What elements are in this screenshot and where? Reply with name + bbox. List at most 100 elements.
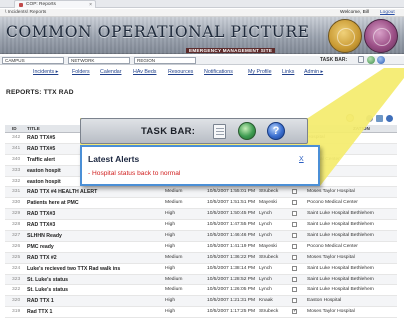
row-priority: High	[165, 233, 176, 239]
table-row[interactable]: 320 RAD TTX 1 High 10/5/2007 1:21:31 PM Knaa…	[5, 296, 397, 308]
table-row[interactable]: 325 RAD TTX #2 Medium 10/5/2007 1:36:22 PM S…	[5, 252, 397, 264]
row-location: Pocono Medical Center	[307, 243, 358, 249]
folder-icon[interactable]	[376, 115, 383, 122]
browser-tab[interactable]: COP: Reports ×	[14, 0, 96, 8]
row-checkbox[interactable]	[292, 308, 297, 315]
taskbar-zoom-label: TASK BAR:	[141, 126, 196, 137]
row-title[interactable]: St. Luke's status	[27, 277, 68, 283]
table-row[interactable]: 327 SLHHN Ready High 10/5/2007 1:46:46 PM Ly…	[5, 231, 397, 242]
row-date: 10/5/2007 1:36:22 PM	[207, 254, 256, 260]
row-checkbox[interactable]	[292, 276, 297, 282]
table-row[interactable]: 331 RAD TTX #4 HEALTH ALERT Medium 10/5/200…	[5, 187, 397, 199]
row-title[interactable]: RAD TTX#3	[27, 211, 55, 217]
breadcrumb: \ Incidents\ Reports	[5, 10, 47, 15]
row-checkbox[interactable]	[292, 222, 297, 228]
row-title[interactable]: Rad TTX 1	[27, 309, 52, 315]
row-checkbox[interactable]	[292, 287, 297, 293]
row-title[interactable]: Traffic alert	[27, 157, 55, 163]
row-title[interactable]: RAD TTX#5	[27, 146, 55, 152]
row-id: 325	[12, 254, 21, 260]
row-id: 333	[12, 167, 21, 173]
bell-icon[interactable]	[346, 114, 354, 122]
nav-incidents[interactable]: Incidents ▸	[33, 69, 58, 75]
globe-icon[interactable]	[367, 56, 375, 64]
row-priority: High	[165, 211, 176, 217]
row-location: Saint Luke Hospital Bethlehem	[307, 287, 374, 293]
row-title[interactable]: RAD TTX#5	[27, 135, 55, 141]
row-user: Lynch	[259, 265, 272, 271]
nav-admin[interactable]: Admin ▸	[304, 69, 323, 75]
row-priority: Medium	[165, 254, 183, 260]
row-id: 330	[12, 200, 21, 206]
row-checkbox[interactable]	[292, 211, 297, 217]
campus-field[interactable]: CAMPUS	[2, 57, 64, 64]
table-row[interactable]: 322 St. Luke's status Medium 10/5/2007 1:26…	[5, 285, 397, 297]
row-id: 332	[12, 178, 21, 184]
nav-links[interactable]: Links	[282, 69, 294, 75]
page-title: REPORTS: TTX RAD	[6, 89, 74, 96]
row-title[interactable]: SLHHN Ready	[27, 233, 62, 239]
row-date: 10/5/2007 1:55:01 PM	[207, 189, 256, 195]
row-location: Saint Luke Hospital Bethlehem	[307, 222, 374, 228]
table-row[interactable]: 330 Patients here at PMC Medium 10/5/2007 1…	[5, 198, 397, 210]
table-row[interactable]: 319 Rad TTX 1 High 10/5/2007 1:17:25 PM Stru…	[5, 307, 397, 319]
nav-hav-beds[interactable]: HAv Beds	[133, 69, 156, 75]
row-checkbox[interactable]	[292, 233, 297, 239]
nav-notifications[interactable]: Notifications	[204, 69, 233, 75]
close-alert-button[interactable]: X	[299, 156, 304, 163]
row-title[interactable]: RAD TTX 1	[27, 298, 54, 304]
col-title[interactable]: TITLE	[27, 126, 40, 131]
logout-link[interactable]: Logout	[380, 10, 395, 15]
tab-title: COP: Reports	[26, 2, 56, 7]
row-checkbox[interactable]	[292, 254, 297, 260]
globe-icon[interactable]	[238, 122, 256, 140]
row-date: 10/5/2007 1:28:52 PM	[207, 276, 256, 282]
row-title[interactable]: St. Luke's status	[27, 287, 68, 293]
table-row[interactable]: 324 Luke's recieved two TTX Rad walk ins H…	[5, 264, 397, 275]
col-organization[interactable]: ZATION	[353, 126, 370, 131]
nav-resources[interactable]: Resources	[168, 69, 193, 75]
row-title[interactable]: easton hospit	[27, 168, 61, 174]
table-row[interactable]: 329 RAD TTX#3 High 10/5/2007 1:50:45 PM Lync…	[5, 209, 397, 221]
info-icon[interactable]	[386, 115, 393, 122]
top-bar: \ Incidents\ Reports Welcome, Bill Logou…	[0, 9, 404, 17]
favicon-icon	[19, 2, 23, 7]
row-checkbox[interactable]	[292, 265, 297, 271]
row-title[interactable]: PMC ready	[27, 244, 54, 250]
row-location: Moses Taylor Hospital	[307, 189, 355, 195]
row-id: 326	[12, 243, 21, 249]
close-tab-icon[interactable]: ×	[89, 2, 92, 8]
row-id: 322	[12, 287, 21, 293]
latest-alerts-popup: Latest Alerts X - Hospital status back t…	[80, 145, 320, 186]
alert-message[interactable]: - Hospital status back to normal	[88, 170, 180, 177]
row-title[interactable]: Luke's recieved two TTX Rad walk ins	[27, 266, 120, 272]
row-title[interactable]: RAD TTX#3	[27, 222, 55, 228]
table-row[interactable]: 326 PMC ready High 10/5/2007 1:41:19 PM Maye…	[5, 242, 397, 253]
help-icon[interactable]: ?	[267, 122, 285, 140]
region-field[interactable]: REGION	[134, 57, 196, 64]
row-checkbox[interactable]	[292, 298, 297, 304]
nav-calendar[interactable]: Calendar	[100, 69, 122, 75]
table-row[interactable]: 323 St. Luke's status Medium 10/5/2007 1:28…	[5, 274, 397, 286]
welcome-text: Welcome, Bill	[340, 10, 369, 15]
help-icon[interactable]	[377, 56, 385, 64]
row-location: Easton Hospital	[307, 298, 342, 304]
row-date: 10/5/2007 1:50:45 PM	[207, 211, 256, 217]
row-checkbox[interactable]	[292, 189, 297, 195]
row-title[interactable]: Patients here at PMC	[27, 200, 79, 206]
row-title[interactable]: easton hospit	[27, 179, 61, 185]
network-field[interactable]: NETWORK	[68, 57, 130, 64]
document-icon[interactable]	[213, 124, 226, 139]
nav-my-profile[interactable]: My Profile	[248, 69, 272, 75]
nav-folders[interactable]: Folders	[72, 69, 90, 75]
row-checkbox[interactable]	[292, 243, 297, 249]
row-checkbox[interactable]	[292, 200, 297, 206]
table-row[interactable]: 328 RAD TTX#3 High 10/5/2007 1:47:55 PM Lync…	[5, 220, 397, 232]
col-id[interactable]: ID	[12, 126, 17, 131]
row-date: 10/5/2007 1:38:14 PM	[207, 265, 256, 271]
document-icon[interactable]	[358, 56, 364, 63]
row-user: Lynch	[259, 222, 272, 228]
row-title[interactable]: RAD TTX #2	[27, 255, 57, 261]
row-title[interactable]: RAD TTX #4 HEALTH ALERT	[27, 189, 97, 195]
print-icon[interactable]	[366, 115, 373, 122]
